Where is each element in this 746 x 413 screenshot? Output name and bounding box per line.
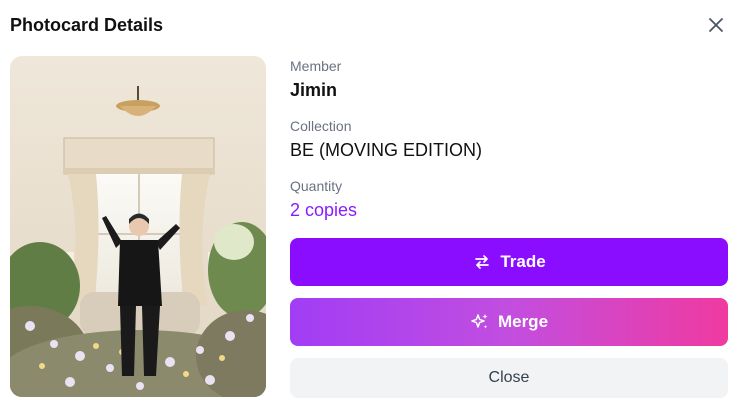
close-icon[interactable]: [704, 13, 728, 37]
close-button[interactable]: Close: [290, 358, 728, 398]
collection-label: Collection: [290, 118, 352, 134]
trade-button-label: Trade: [500, 252, 546, 271]
dialog-title: Photocard Details: [10, 15, 164, 35]
member-label: Member: [290, 58, 342, 74]
close-button-label: Close: [488, 369, 530, 386]
quantity-label: Quantity: [290, 178, 343, 194]
trade-button[interactable]: Trade: [290, 238, 728, 286]
swap-arrows-icon: [472, 252, 492, 272]
merge-button-label: Merge: [497, 312, 549, 331]
merge-button[interactable]: Merge: [290, 298, 728, 346]
collection-value: BE (MOVING EDITION): [290, 140, 483, 160]
quantity-value: 2 copies: [290, 200, 358, 220]
photocard-details-dialog: Photocard Details Member Jimin Collectio…: [0, 0, 746, 413]
sparkles-icon: [470, 312, 490, 332]
photocard-image: [10, 56, 266, 397]
member-value: Jimin: [290, 80, 338, 100]
